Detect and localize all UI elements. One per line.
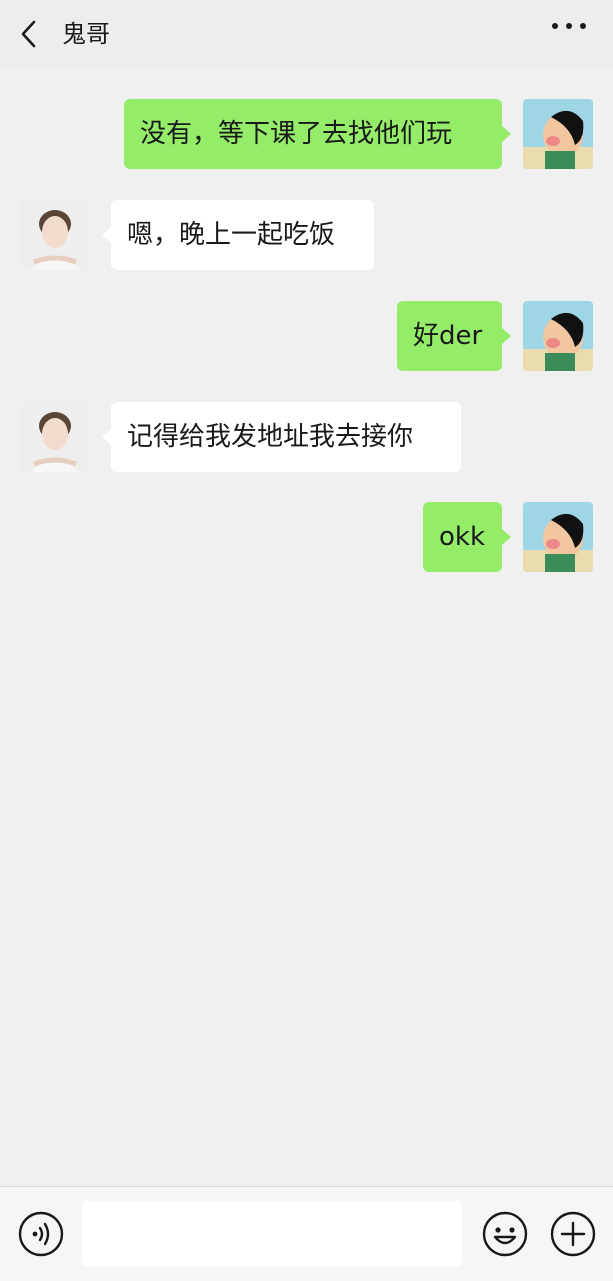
- my-message-bubble[interactable]: okk: [423, 502, 511, 572]
- contact-message-bubble[interactable]: 嗯，晚上一起吃饭: [102, 200, 374, 270]
- my-message-bubble[interactable]: 好der: [397, 301, 511, 371]
- chat-header: 鬼哥: [0, 0, 613, 70]
- my-avatar[interactable]: [523, 99, 593, 169]
- emoji-icon: [482, 1211, 528, 1257]
- my-avatar[interactable]: [523, 502, 593, 572]
- emoji-button[interactable]: [482, 1211, 528, 1257]
- chevron-left-icon: [21, 20, 36, 48]
- chat-title: 鬼哥: [62, 20, 110, 48]
- voice-icon: [18, 1211, 64, 1257]
- my-message-bubble[interactable]: 没有，等下课了去找他们玩: [124, 99, 511, 169]
- person-avatar-icon: [20, 402, 90, 472]
- my-avatar[interactable]: [523, 301, 593, 371]
- cartoon-avatar-icon: [523, 502, 593, 572]
- plus-icon: [550, 1211, 596, 1257]
- contact-message-bubble[interactable]: 记得给我发地址我去接你: [102, 402, 461, 472]
- cartoon-avatar-icon: [523, 99, 593, 169]
- input-bar: [0, 1186, 613, 1281]
- cartoon-avatar-icon: [523, 301, 593, 371]
- more-dots-icon: [552, 23, 586, 29]
- person-avatar-icon: [20, 200, 90, 270]
- contact-avatar[interactable]: [20, 200, 90, 270]
- more-button[interactable]: [549, 16, 589, 42]
- voice-button[interactable]: [18, 1211, 64, 1257]
- message-input[interactable]: [82, 1201, 462, 1267]
- contact-avatar[interactable]: [20, 402, 90, 472]
- back-button[interactable]: [14, 16, 48, 52]
- more-actions-button[interactable]: [550, 1211, 596, 1257]
